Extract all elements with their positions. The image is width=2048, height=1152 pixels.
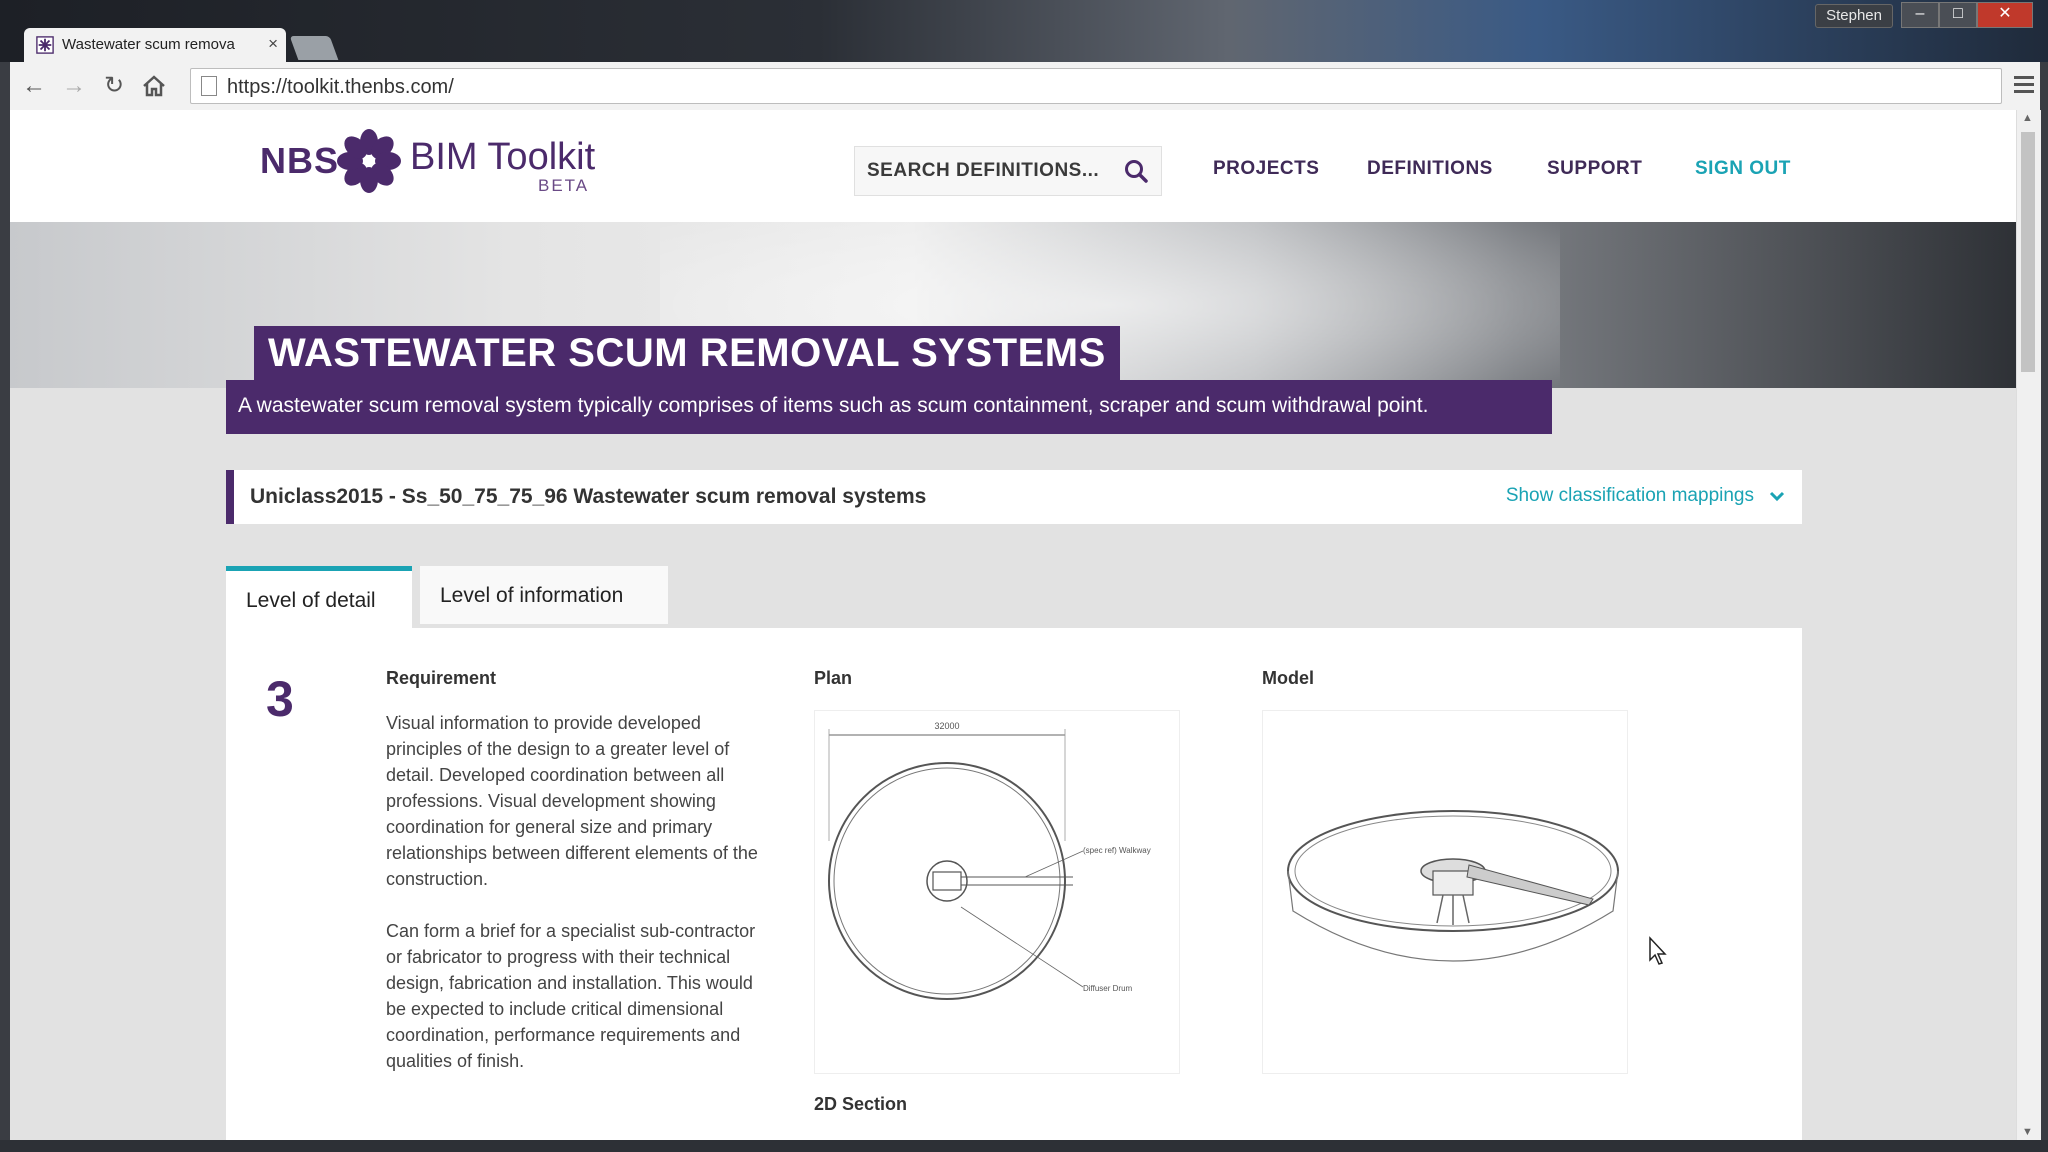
description-bar: A wastewater scum removal system typical…	[226, 380, 1552, 434]
level-number: 3	[266, 671, 294, 727]
page-scrollbar[interactable]: ▲ ▼	[2016, 110, 2041, 1140]
model-diagram	[1287, 810, 1619, 962]
page-viewport: NBS BIM Toolkit BETA SEARCH DEFINITIONS.…	[10, 110, 2016, 1140]
logo-beta-label: BETA	[538, 176, 590, 195]
home-icon[interactable]	[140, 72, 168, 100]
browser-tab[interactable]: Wastewater scum remova ×	[24, 28, 286, 62]
forward-arrow-icon[interactable]: →	[60, 72, 88, 100]
tab-level-of-information[interactable]: Level of information	[420, 566, 668, 624]
page-icon	[201, 76, 217, 96]
reload-icon[interactable]: ↻	[100, 72, 128, 100]
tab-title: Wastewater scum remova	[62, 36, 235, 53]
maximize-button[interactable]: □	[1939, 2, 1977, 28]
model-heading: Model	[1262, 668, 1314, 688]
model-drawing[interactable]	[1262, 710, 1628, 1074]
classification-text: Uniclass2015 - Ss_50_75_75_96 Wastewater…	[250, 485, 927, 508]
requirement-paragraph: Visual information to provide developed …	[386, 713, 758, 889]
classification-bar: Uniclass2015 - Ss_50_75_75_96 Wastewater…	[226, 470, 1802, 524]
logo-product-text[interactable]: BIM Toolkit	[410, 136, 595, 179]
tab-level-of-detail[interactable]: Level of detail	[226, 566, 412, 628]
tab-close-icon[interactable]: ×	[268, 34, 278, 54]
browser-toolbar: ← → ↻ https://toolkit.thenbs.com/	[10, 62, 2040, 111]
requirement-heading: Requirement	[386, 668, 497, 688]
tab-label: Level of information	[440, 584, 624, 607]
mouse-cursor-icon	[1649, 936, 1667, 965]
browser-menu-icon[interactable]	[2014, 76, 2034, 97]
back-arrow-icon[interactable]: ←	[20, 72, 48, 100]
requirement-paragraph: Can form a brief for a specialist sub-co…	[386, 921, 756, 1071]
search-icon[interactable]	[1123, 158, 1149, 184]
window-frame-left	[0, 62, 10, 1142]
plan-heading: Plan	[814, 668, 853, 688]
plan-walkway-label: (spec ref) Walkway	[1083, 846, 1151, 855]
plan-diagram: 32000 (spec ref) Walkway Diffuser Drum	[828, 721, 1151, 1000]
plan-dimension-label: 32000	[934, 721, 959, 731]
chevron-down-icon[interactable]	[1768, 487, 1786, 505]
url-text[interactable]: https://toolkit.thenbs.com/	[227, 76, 454, 99]
search-definitions-input[interactable]: SEARCH DEFINITIONS...	[854, 146, 1162, 196]
show-classification-mappings-link[interactable]: Show classification mappings	[1506, 485, 1754, 507]
nav-definitions[interactable]: DEFINITIONS	[1367, 158, 1493, 180]
minimize-button[interactable]: –	[1901, 2, 1939, 28]
logo-nbs-text[interactable]: NBS	[260, 140, 339, 182]
plan-drawing[interactable]: 32000 (spec ref) Walkway Diffuser Drum	[814, 710, 1180, 1074]
window-frame-right	[2040, 62, 2048, 1142]
search-placeholder: SEARCH DEFINITIONS...	[867, 160, 1100, 181]
level-of-detail-panel: 3 Requirement Visual information to prov…	[226, 628, 1802, 1140]
new-tab-button[interactable]	[289, 36, 339, 60]
tab-label: Level of detail	[246, 589, 376, 612]
site-header: NBS BIM Toolkit BETA SEARCH DEFINITIONS.…	[10, 110, 2016, 222]
nbs-logo-icon[interactable]	[334, 126, 404, 196]
nbs-favicon-icon	[36, 36, 54, 54]
section-heading: 2D Section	[814, 1094, 908, 1114]
scroll-down-icon[interactable]: ▼	[2022, 1126, 2033, 1138]
page-title: WASTEWATER SCUM REMOVAL SYSTEMS	[268, 331, 1106, 375]
page-title-bar: WASTEWATER SCUM REMOVAL SYSTEMS	[254, 326, 1120, 380]
window-user-badge[interactable]: Stephen	[1815, 4, 1893, 28]
scrollbar-thumb[interactable]	[2021, 132, 2035, 372]
address-bar[interactable]: https://toolkit.thenbs.com/	[190, 68, 2002, 104]
page-description: A wastewater scum removal system typical…	[238, 394, 1429, 417]
nav-sign-out[interactable]: SIGN OUT	[1695, 158, 1791, 180]
window-frame-bottom	[0, 1140, 2048, 1152]
scroll-up-icon[interactable]: ▲	[2022, 112, 2033, 124]
close-window-button[interactable]: ✕	[1977, 2, 2033, 28]
nav-support[interactable]: SUPPORT	[1547, 158, 1642, 180]
plan-diffuser-label: Diffuser Drum	[1083, 984, 1133, 993]
nav-projects[interactable]: PROJECTS	[1213, 158, 1319, 180]
